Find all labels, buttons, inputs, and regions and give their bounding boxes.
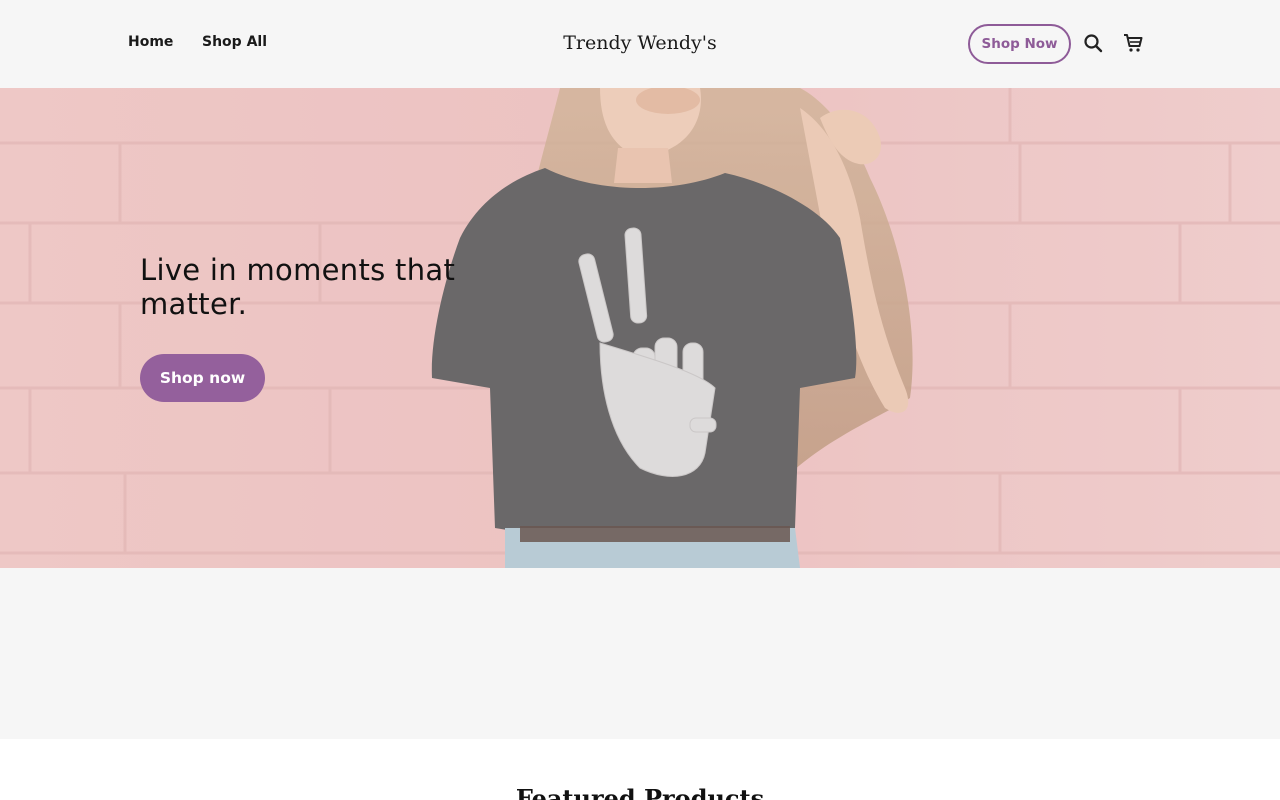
site-header: Home Shop All Trendy Wendy's Shop Now — [0, 0, 1280, 88]
cart-icon[interactable] — [1122, 32, 1144, 54]
nav-home-link[interactable]: Home — [128, 34, 173, 50]
brand-logo[interactable]: Trendy Wendy's — [563, 32, 717, 54]
search-icon[interactable] — [1082, 32, 1104, 54]
hero-overlay — [0, 88, 1280, 568]
content-spacer — [0, 568, 1280, 739]
hero-heading: Live in moments that matter. — [140, 253, 456, 321]
hero-banner: Live in moments that matter. Shop now — [0, 88, 1280, 568]
nav-shop-all-link[interactable]: Shop All — [202, 34, 267, 50]
featured-products-section: Featured Products — [0, 739, 1280, 800]
hero-shop-now-button[interactable]: Shop now — [140, 354, 265, 402]
featured-products-title: Featured Products — [515, 784, 765, 800]
shop-now-header-button[interactable]: Shop Now — [968, 24, 1071, 64]
